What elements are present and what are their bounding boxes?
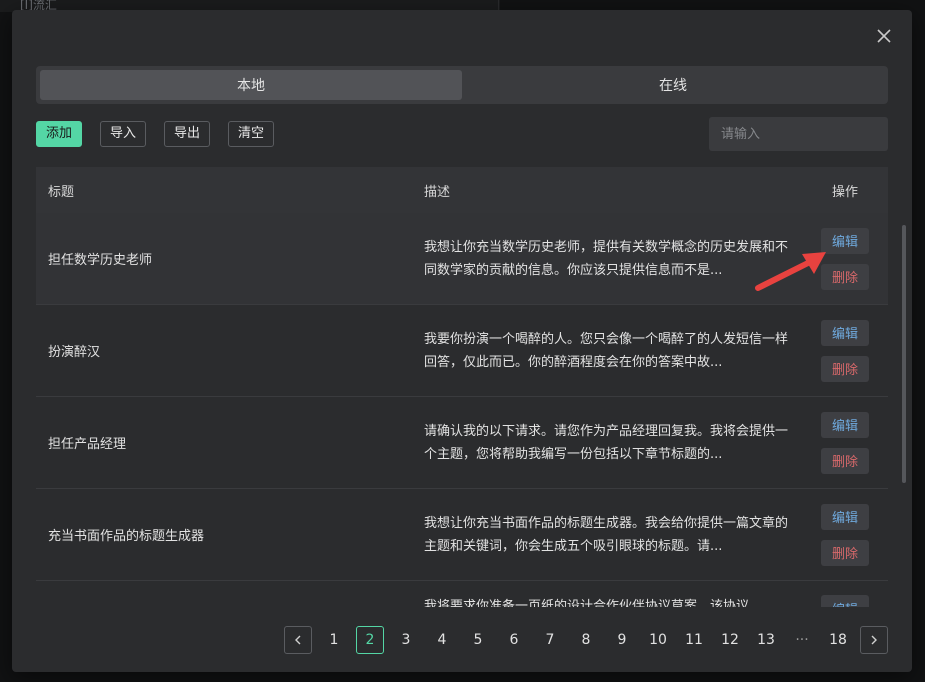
row-actions: 编辑 删除 xyxy=(802,411,888,474)
table-row: 我将要求你准备一页纸的设计合作伙伴协议草案，该协议... 编辑 xyxy=(36,581,888,607)
source-tabs: 本地 在线 xyxy=(36,66,888,104)
page-number[interactable]: 6 xyxy=(500,626,528,654)
row-title: 充当书面作品的标题生成器 xyxy=(48,529,205,544)
header-title: 标题 xyxy=(48,184,75,200)
row-desc: 请确认我的以下请求。请您作为产品经理回复我。我将会提供一个主题，您将帮助我编写一… xyxy=(424,423,789,462)
table-row: 担任数学历史老师 我想让你充当数学历史老师，提供有关数学概念的历史发展和不同数学… xyxy=(36,213,888,305)
row-title: 扮演醉汉 xyxy=(48,345,101,360)
prompt-manager-dialog: 本地 在线 添加 导入 导出 清空 标题 描述 操作 担任数学历史老师 我想让你… xyxy=(12,10,912,672)
clear-button[interactable]: 清空 xyxy=(228,121,275,147)
page-number[interactable]: 10 xyxy=(644,626,672,654)
row-actions: 编辑 删除 xyxy=(802,227,888,290)
chevron-left-icon xyxy=(295,635,301,645)
row-title: 担任数学历史老师 xyxy=(48,253,153,268)
page-number[interactable]: 9 xyxy=(608,626,636,654)
edit-button[interactable]: 编辑 xyxy=(821,503,869,530)
row-actions: 编辑 xyxy=(802,595,888,607)
header-desc: 描述 xyxy=(424,184,451,200)
row-actions: 编辑 删除 xyxy=(802,319,888,382)
page-number[interactable]: 3 xyxy=(392,626,420,654)
search-input[interactable] xyxy=(709,117,888,151)
page-number[interactable]: 11 xyxy=(680,626,708,654)
tab-local[interactable]: 本地 xyxy=(40,70,462,100)
edit-button[interactable]: 编辑 xyxy=(821,595,869,607)
page-number[interactable]: 8 xyxy=(572,626,600,654)
page-number[interactable]: 18 xyxy=(824,626,852,654)
row-actions: 编辑 删除 xyxy=(802,503,888,566)
table-row: 扮演醉汉 我要你扮演一个喝醉的人。您只会像一个喝醉了的人发短信一样回答，仅此而已… xyxy=(36,305,888,397)
page-number[interactable]: 5 xyxy=(464,626,492,654)
toolbar: 添加 导入 导出 清空 xyxy=(36,117,888,155)
header-op: 操作 xyxy=(831,184,858,200)
delete-button[interactable]: 删除 xyxy=(821,263,869,290)
export-button[interactable]: 导出 xyxy=(164,121,211,147)
prev-page-button[interactable] xyxy=(284,626,312,654)
delete-button[interactable]: 删除 xyxy=(821,355,869,382)
prompt-table: 标题 描述 操作 担任数学历史老师 我想让你充当数学历史老师，提供有关数学概念的… xyxy=(36,167,888,607)
import-button[interactable]: 导入 xyxy=(100,121,147,147)
row-desc: 我将要求你准备一页纸的设计合作伙伴协议草案，该协议... xyxy=(424,599,762,607)
table-header: 标题 描述 操作 xyxy=(36,167,888,213)
table-row: 担任产品经理 请确认我的以下请求。请您作为产品经理回复我。我将会提供一个主题，您… xyxy=(36,397,888,489)
row-desc: 我要你扮演一个喝醉的人。您只会像一个喝醉了的人发短信一样回答，仅此而已。你的醉酒… xyxy=(424,331,789,370)
delete-button[interactable]: 删除 xyxy=(821,447,869,474)
pagination: 1 2 3 4 5 6 7 8 9 10 11 12 13 ··· 18 xyxy=(284,626,888,654)
table-row: 充当书面作品的标题生成器 我想让你充当书面作品的标题生成器。我会给你提供一篇文章… xyxy=(36,489,888,581)
add-button[interactable]: 添加 xyxy=(36,121,83,147)
close-button[interactable] xyxy=(874,26,894,46)
row-title: 担任产品经理 xyxy=(48,437,127,452)
edit-button[interactable]: 编辑 xyxy=(821,411,869,438)
page-number[interactable]: 7 xyxy=(536,626,564,654)
edit-button[interactable]: 编辑 xyxy=(821,227,869,254)
row-desc: 我想让你充当数学历史老师，提供有关数学概念的历史发展和不同数学家的贡献的信息。你… xyxy=(424,239,789,278)
table-scrollbar[interactable] xyxy=(902,225,906,483)
close-icon xyxy=(877,29,891,43)
page-number[interactable]: 12 xyxy=(716,626,744,654)
delete-button[interactable]: 删除 xyxy=(821,539,869,566)
tab-online[interactable]: 在线 xyxy=(462,70,884,100)
page-number[interactable]: 2 xyxy=(356,626,384,654)
page-numbers: 1 2 3 4 5 6 7 8 9 10 11 12 13 ··· 18 xyxy=(320,626,852,654)
page-ellipsis: ··· xyxy=(795,632,809,648)
edit-button[interactable]: 编辑 xyxy=(821,319,869,346)
page-number[interactable]: 13 xyxy=(752,626,780,654)
chevron-right-icon xyxy=(871,635,877,645)
next-page-button[interactable] xyxy=(860,626,888,654)
page-number[interactable]: 1 xyxy=(320,626,348,654)
row-desc: 我想让你充当书面作品的标题生成器。我会给你提供一篇文章的主题和关键词，你会生成五… xyxy=(424,515,789,554)
page-number[interactable]: 4 xyxy=(428,626,456,654)
